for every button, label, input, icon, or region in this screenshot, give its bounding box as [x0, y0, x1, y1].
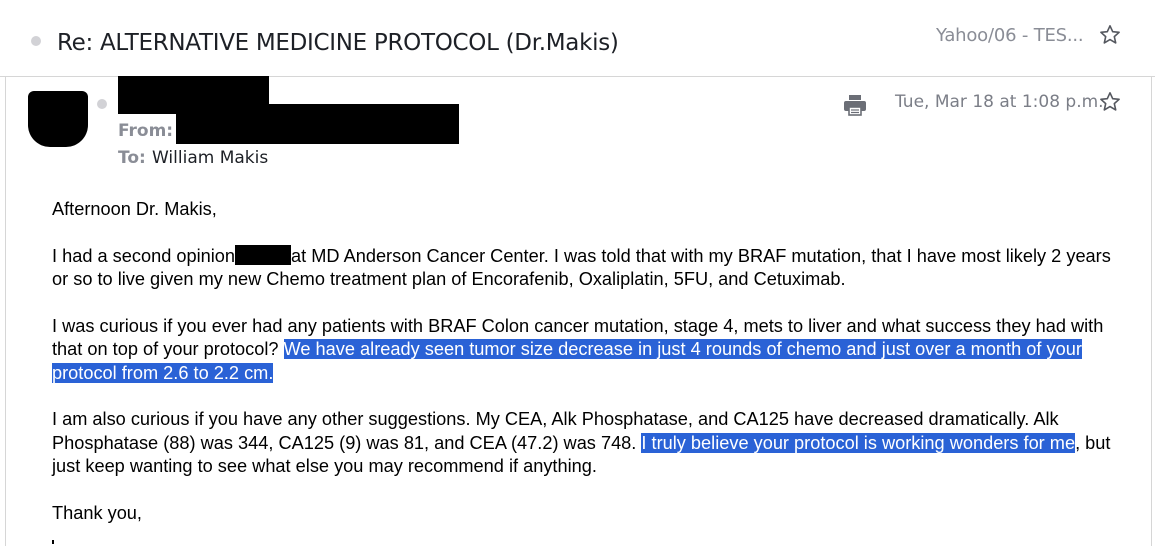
- from-label: From:: [118, 121, 174, 141]
- closing: Thank you,: [52, 502, 142, 523]
- printer-icon[interactable]: [843, 93, 867, 117]
- greeting: Afternoon Dr. Makis,: [52, 199, 217, 219]
- unread-dot-icon[interactable]: [97, 99, 107, 109]
- highlighted-selection: I truly believe your protocol is working…: [641, 432, 1076, 453]
- email-subject: Re: ALTERNATIVE MEDICINE PROTOCOL (Dr.Ma…: [57, 30, 619, 56]
- paragraph-1-text-a: I had a second opinion: [52, 245, 236, 266]
- paragraph-1: I had a second opinion at MD Anderson Can…: [52, 244, 1112, 292]
- unread-dot-icon[interactable]: [31, 36, 41, 46]
- star-icon[interactable]: [1098, 23, 1122, 47]
- name-redaction: [235, 244, 292, 265]
- star-icon[interactable]: [1098, 90, 1122, 114]
- folder-label[interactable]: Yahoo/06 - TES...: [936, 25, 1084, 46]
- to-label: To:: [118, 148, 146, 168]
- message-date: Tue, Mar 18 at 1:08 p.m.: [895, 92, 1104, 112]
- sender-email-redaction: [176, 104, 459, 144]
- avatar: [28, 91, 88, 147]
- text-caret: [52, 540, 54, 544]
- message-body[interactable]: Afternoon Dr. Makis, I had a second opin…: [52, 198, 1112, 548]
- paragraph-3: I am also curious if you have any other …: [52, 408, 1112, 479]
- recipient-name[interactable]: William Makis: [152, 148, 268, 168]
- paragraph-2: I was curious if you ever had any patien…: [52, 315, 1112, 386]
- subject-bar: Re: ALTERNATIVE MEDICINE PROTOCOL (Dr.Ma…: [0, 0, 1155, 77]
